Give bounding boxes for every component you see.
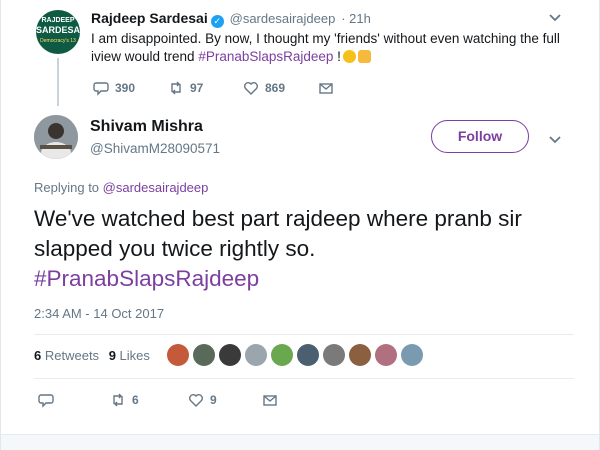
parent-header: Rajdeep Sardesai ✓ @sardesairajdeep · 21h (91, 10, 371, 28)
like-button[interactable]: 869 (243, 80, 285, 96)
grinning-face-icon (342, 50, 356, 63)
liker-avatar[interactable] (245, 344, 267, 366)
reply-icon (93, 82, 109, 96)
parent-tweet[interactable]: RAJDEEP SARDESAI Democracy's 13 Rajdeep … (1, 0, 599, 106)
chevron-down-icon[interactable] (549, 132, 561, 147)
reply-button[interactable] (38, 392, 54, 408)
reply-count: 390 (115, 81, 136, 95)
direct-message-button[interactable] (318, 80, 334, 96)
thread-line (57, 58, 59, 106)
tweet-text: We've watched best part rajdeep where pr… (34, 206, 522, 291)
tweet-timestamp[interactable]: 2:34 AM - 14 Oct 2017 (34, 306, 164, 321)
replying-to: Replying to @sardesairajdeep (34, 180, 209, 195)
retweet-count: 97 (190, 81, 204, 95)
retweet-button[interactable]: 6 (110, 392, 139, 408)
author-handle[interactable]: @sardesairajdeep (230, 11, 336, 26)
liker-avatar[interactable] (375, 344, 397, 366)
tweet-detail-panel: RAJDEEP SARDESAI Democracy's 13 Rajdeep … (0, 0, 600, 450)
like-count: 869 (265, 81, 286, 95)
author-name[interactable]: Rajdeep Sardesai (91, 10, 208, 26)
parent-tweet-text: I am disappointed. By now, I thought my … (91, 31, 560, 64)
tweet-time[interactable]: · 21h (341, 11, 371, 26)
liker-avatar[interactable] (193, 344, 215, 366)
author-name[interactable]: Shivam Mishra (90, 118, 203, 136)
liker-avatar[interactable] (271, 344, 293, 366)
verified-icon: ✓ (210, 15, 224, 28)
liker-avatar[interactable] (349, 344, 371, 366)
retweet-icon (171, 81, 181, 95)
like-count: 9 (210, 393, 217, 407)
liker-avatar[interactable] (219, 344, 241, 366)
liker-avatar[interactable] (401, 344, 423, 366)
retweet-icon (113, 393, 123, 407)
reply-area-edge (1, 434, 599, 450)
direct-message-button[interactable] (262, 392, 278, 408)
retweet-button[interactable]: 97 (168, 80, 203, 96)
follow-button[interactable]: Follow (431, 120, 529, 153)
hashtag-link[interactable]: #PranabSlapsRajdeep (34, 266, 259, 291)
avatar-text: Democracy's 13 (40, 38, 76, 44)
reply-icon (38, 394, 54, 408)
avatar[interactable] (34, 115, 78, 159)
heart-icon (244, 82, 258, 95)
avatar[interactable]: RAJDEEP SARDESAI Democracy's 13 (36, 10, 80, 54)
envelope-icon (319, 83, 333, 94)
avatar-text: RAJDEEP (41, 17, 75, 24)
like-button[interactable]: 9 (188, 392, 217, 408)
liker-avatar[interactable] (323, 344, 345, 366)
liker-avatar[interactable] (297, 344, 319, 366)
envelope-icon (263, 395, 277, 406)
liker-avatars (167, 344, 423, 366)
heart-icon (189, 394, 203, 407)
replying-to-handle-link[interactable]: @sardesairajdeep (103, 180, 209, 195)
engagement-stats: 6 Retweets 9 Likes (34, 348, 150, 363)
retweets-stat[interactable]: 6 Retweets (34, 348, 99, 363)
chevron-down-icon[interactable] (549, 10, 561, 25)
avatar-text: SARDESAI (36, 25, 80, 35)
divider (34, 334, 574, 335)
retweet-count: 6 (132, 393, 139, 407)
divider (34, 378, 574, 379)
likes-stat[interactable]: 9 Likes (109, 348, 150, 363)
reply-button[interactable]: 390 (93, 80, 135, 96)
user-photo-icon (34, 115, 78, 159)
hashtag-link[interactable]: #PranabSlapsRajdeep (198, 49, 333, 64)
liker-avatar[interactable] (167, 344, 189, 366)
author-handle[interactable]: @ShivamM28090571 (90, 141, 220, 156)
thumbs-up-icon (357, 50, 371, 63)
